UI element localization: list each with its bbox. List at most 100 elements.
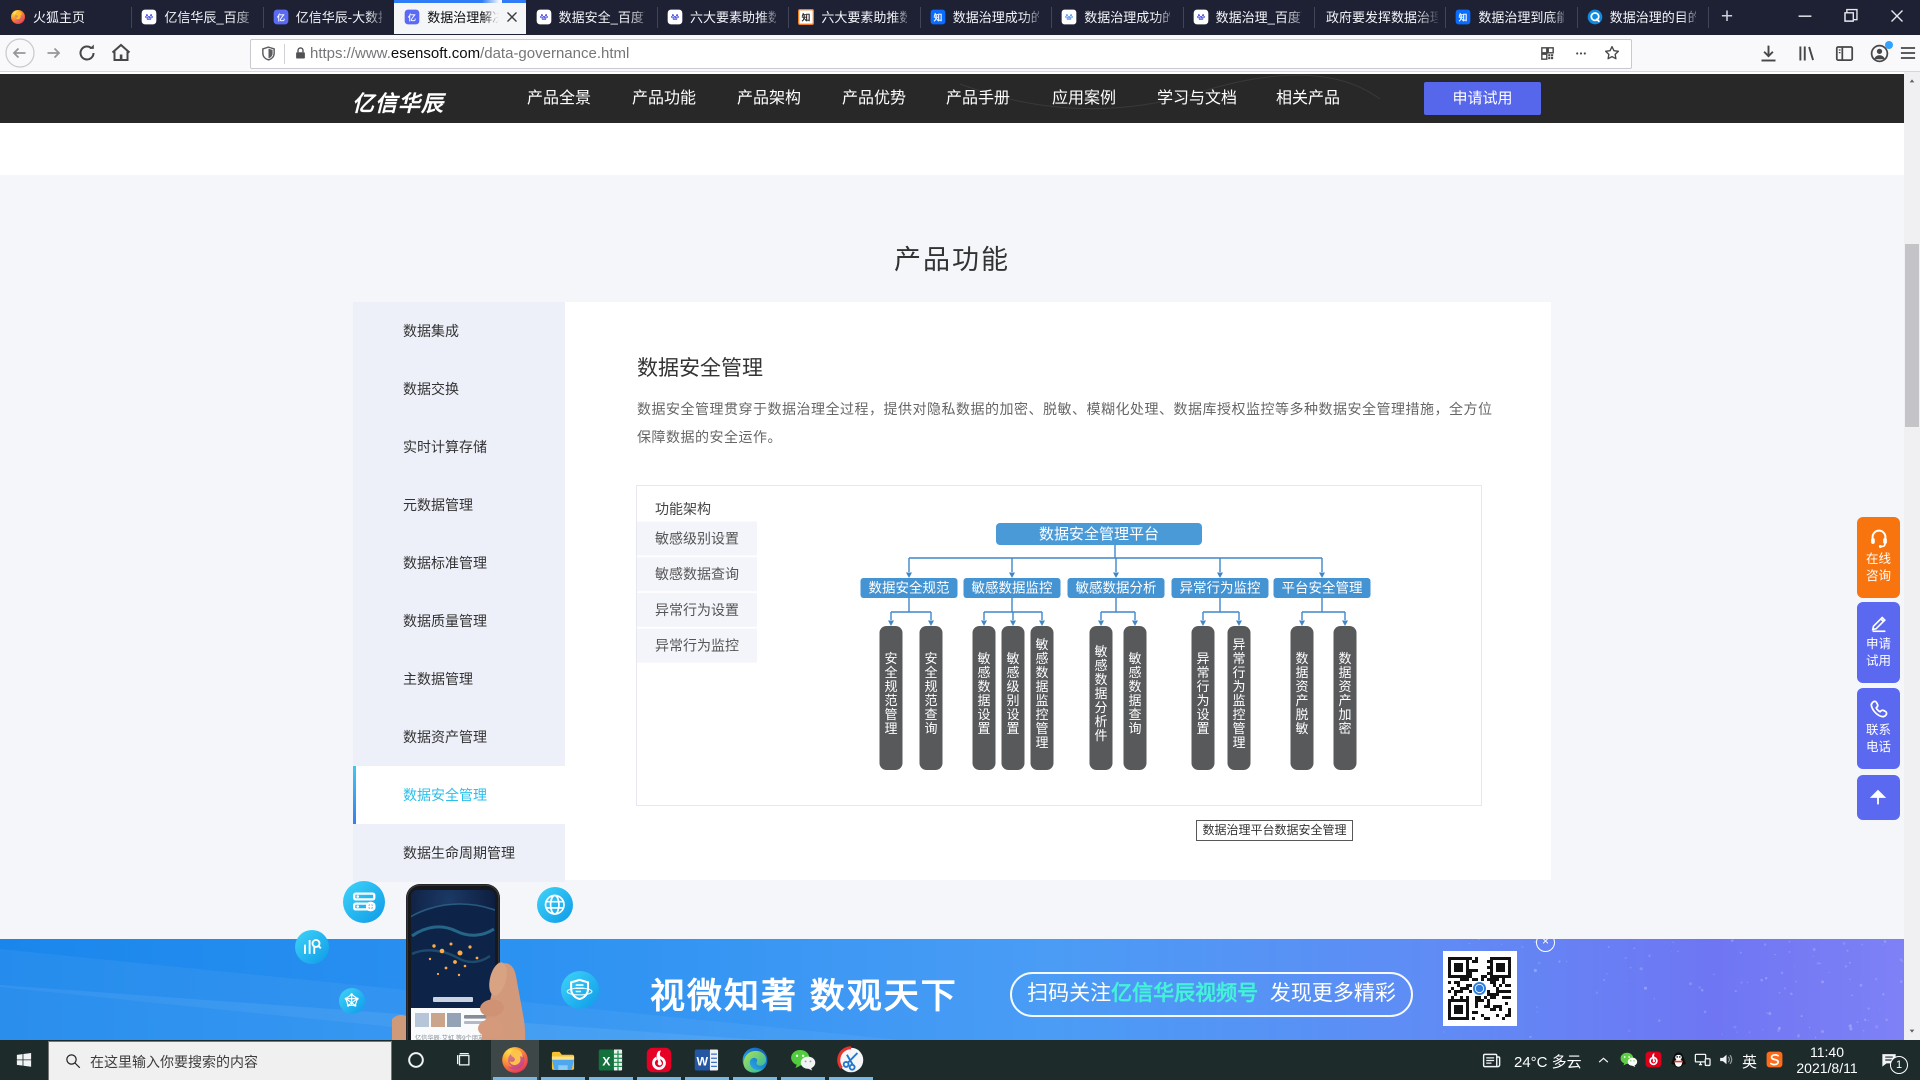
- sidebar-item-7[interactable]: 数据资产管理: [353, 708, 565, 766]
- bookmark-star-icon[interactable]: [1603, 44, 1621, 62]
- taskbar-app-firefox[interactable]: [491, 1040, 539, 1080]
- taskbar-app-snip[interactable]: [827, 1040, 875, 1080]
- svg-text:du: du: [673, 16, 677, 20]
- speaker-tray-icon: [1717, 1050, 1736, 1069]
- tab-title-fade: [1417, 0, 1445, 34]
- forward-button[interactable]: [38, 38, 68, 68]
- nav-cta-button[interactable]: 申请试用: [1424, 82, 1541, 115]
- diagram-group-label: 平台安全管理: [1282, 580, 1363, 596]
- cortana-button[interactable]: [392, 1040, 440, 1080]
- svg-text:知: 知: [1458, 12, 1468, 23]
- window-minimize-button[interactable]: [1782, 0, 1828, 34]
- trial-request-button[interactable]: 申请试用: [1857, 602, 1900, 683]
- sidebar-item-6[interactable]: 主数据管理: [353, 650, 565, 708]
- notification-dot: [1885, 41, 1893, 49]
- browser-tab[interactable]: du数据安全_百度百: [526, 0, 657, 34]
- tab-favicon-baidu: du: [1193, 9, 1209, 25]
- browser-tab[interactable]: 亿亿信华辰-大数据: [263, 0, 394, 34]
- sidebar-toggle-icon[interactable]: [1834, 43, 1855, 64]
- nav-item-1[interactable]: 产品功能: [632, 89, 696, 109]
- sidebar-item-1[interactable]: 数据交换: [353, 360, 565, 418]
- sidebar-item-3[interactable]: 元数据管理: [353, 476, 565, 534]
- taskbar-search-box[interactable]: 在这里输入你要搜索的内容: [48, 1041, 392, 1080]
- url-bar[interactable]: https://www.esensoft.com/data-governance…: [250, 39, 1632, 69]
- browser-tab[interactable]: 知数据治理到底能: [1445, 0, 1576, 34]
- nav-item-2[interactable]: 产品架构: [737, 89, 801, 109]
- contact-phone-button[interactable]: 联系电话: [1857, 688, 1900, 769]
- banner-follow-pill[interactable]: 扫码关注亿信华辰视频号 发现更多精彩: [1010, 972, 1413, 1017]
- taskbar-app-explorer[interactable]: [539, 1040, 587, 1080]
- taskbar-app-wechat[interactable]: [779, 1040, 827, 1080]
- nav-item-3[interactable]: 产品优势: [842, 89, 906, 109]
- browser-tab[interactable]: du数据治理成功的方: [1051, 0, 1182, 34]
- menu-hamburger-icon[interactable]: [1898, 43, 1918, 63]
- taskbar-app-netease[interactable]: [635, 1040, 683, 1080]
- browser-tab[interactable]: 火狐主页: [0, 0, 131, 34]
- window-maximize-button[interactable]: [1828, 0, 1874, 34]
- sidebar-item-2[interactable]: 实时计算存储: [353, 418, 565, 476]
- reload-button[interactable]: [72, 38, 102, 68]
- site-logo[interactable]: 亿信华辰: [352, 86, 444, 118]
- page-scrollbar[interactable]: [1904, 72, 1920, 1040]
- favicon-baidu-icon: du: [1193, 9, 1209, 25]
- minimize-icon: [1794, 5, 1816, 27]
- taskbar-clock[interactable]: 11:402021/8/11: [1790, 1044, 1864, 1076]
- home-button[interactable]: [106, 38, 136, 68]
- account-button[interactable]: [1869, 43, 1893, 64]
- task-view-button[interactable]: [440, 1040, 488, 1080]
- firefox-app-icon: [501, 1046, 529, 1074]
- browser-tab[interactable]: 数据治理的目的: [1577, 0, 1708, 34]
- download-icon[interactable]: [1758, 43, 1779, 64]
- browser-tab[interactable]: du数据治理_百度百: [1183, 0, 1314, 34]
- wechat-tray-button[interactable]: [1616, 1040, 1641, 1080]
- nav-item-0[interactable]: 产品全景: [527, 89, 591, 109]
- new-tab-button[interactable]: +: [1712, 1, 1742, 33]
- browser-tab[interactable]: 亿数据治理解决: [394, 0, 525, 34]
- browser-tab[interactable]: 政府要发挥数据治理: [1314, 0, 1445, 34]
- library-icon[interactable]: [1796, 43, 1817, 64]
- online-chat-button[interactable]: 在线咨询: [1857, 517, 1900, 598]
- window-close-button[interactable]: [1874, 0, 1920, 34]
- sidebar-item-0[interactable]: 数据集成: [353, 302, 565, 360]
- language-tray-button[interactable]: 英: [1739, 1040, 1764, 1080]
- back-to-top-button[interactable]: [1857, 775, 1900, 820]
- netease-tray-button[interactable]: [1641, 1040, 1666, 1080]
- tab-close-button[interactable]: [505, 10, 519, 24]
- page-actions-icon[interactable]: [1573, 47, 1589, 60]
- sidebar-item-4[interactable]: 数据标准管理: [353, 534, 565, 592]
- tab-title-fade: [366, 0, 394, 34]
- sogou-tray-button[interactable]: [1762, 1040, 1787, 1080]
- qq-tray-button[interactable]: [1666, 1040, 1691, 1080]
- svg-text:知: 知: [801, 12, 811, 23]
- tab-title-fade: [892, 0, 920, 34]
- qr-code-icon[interactable]: [1539, 45, 1556, 62]
- taskbar-app-edge[interactable]: [731, 1040, 779, 1080]
- qq-tray-icon: [1669, 1050, 1688, 1069]
- sidebar-item-5[interactable]: 数据质量管理: [353, 592, 565, 650]
- action-center-button[interactable]: 1: [1872, 1040, 1914, 1080]
- sidebar-item-8[interactable]: 数据安全管理: [353, 766, 565, 824]
- browser-tab[interactable]: 知六大要素助推数据: [788, 0, 919, 34]
- tray-expand-button[interactable]: [1590, 1040, 1616, 1080]
- url-text[interactable]: https://www.esensoft.com/data-governance…: [310, 44, 629, 63]
- browser-tab[interactable]: du六大要素助推数: [657, 0, 788, 34]
- sidebar-item-9[interactable]: 数据生命周期管理: [353, 824, 565, 882]
- back-icon: [5, 38, 35, 68]
- tab-title-fade: [1680, 0, 1708, 34]
- svg-text:亿: 亿: [277, 12, 285, 22]
- taskbar-app-word[interactable]: W: [683, 1040, 731, 1080]
- nav-item-7[interactable]: 相关产品: [1276, 89, 1340, 109]
- taskbar-app-excel[interactable]: X: [587, 1040, 635, 1080]
- start-button[interactable]: [0, 1040, 48, 1080]
- nav-item-4[interactable]: 产品手册: [946, 89, 1010, 109]
- scrollbar-thumb[interactable]: [1905, 244, 1919, 427]
- nav-item-6[interactable]: 学习与文档: [1157, 89, 1237, 109]
- favicon-baidu2-icon: du: [1061, 9, 1077, 25]
- back-button[interactable]: [5, 38, 35, 68]
- nav-item-5[interactable]: 应用案例: [1052, 89, 1116, 109]
- browser-tab[interactable]: 知数据治理成功的: [920, 0, 1051, 34]
- network-pc-tray-button[interactable]: [1690, 1040, 1715, 1080]
- speaker-tray-button[interactable]: [1714, 1040, 1739, 1080]
- browser-tab[interactable]: du亿信华辰_百度搜: [131, 0, 262, 34]
- news-weather-widget[interactable]: 24°C 多云: [1470, 1040, 1590, 1080]
